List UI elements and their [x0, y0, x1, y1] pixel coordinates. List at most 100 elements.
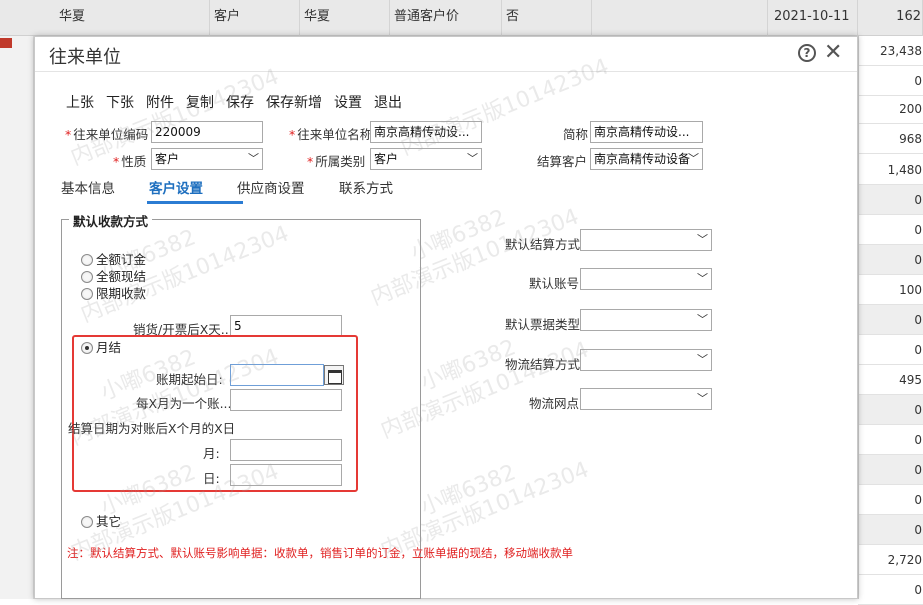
settle-date-caption: 结算日期为对账后X个月的X日 — [68, 421, 236, 436]
radio-other[interactable]: 其它 — [81, 511, 121, 530]
bg-cell: 否 — [502, 0, 592, 36]
logistics-point-label: 物流网点 — [529, 396, 580, 411]
dialog-title: 往来单位 — [49, 47, 121, 68]
save-and-new-button[interactable]: 保存新增 — [266, 92, 322, 112]
tab-basic-info[interactable]: 基本信息 — [61, 177, 115, 197]
code-label: * 往来单位编码 — [65, 127, 149, 142]
settle-customer-value: 南京高精传动设备 — [594, 152, 691, 166]
watermark-text: 小嘟6382 — [417, 335, 520, 396]
category-select[interactable]: 客户 ﹀ — [370, 148, 482, 170]
bg-value: 1,480 — [858, 155, 923, 185]
tab-supplier-settings[interactable]: 供应商设置 — [237, 177, 305, 197]
category-select-value: 客户 — [374, 152, 399, 166]
bg-value: 200 — [858, 94, 923, 124]
default-settle-method-select[interactable]: ﹀ — [580, 229, 712, 251]
months-per-period-field[interactable] — [230, 389, 342, 411]
chevron-down-icon: ﹀ — [688, 152, 699, 165]
chevron-down-icon: ﹀ — [248, 152, 259, 165]
calendar-icon[interactable] — [324, 365, 344, 385]
nature-label: * 性质 — [113, 154, 147, 169]
category-label-text: 所属类别 — [315, 154, 366, 169]
bg-cell: 162 — [858, 0, 923, 36]
term-days-field[interactable]: 5 — [230, 315, 342, 337]
background-header-row: 华夏 客户 华夏 普通客户价 否 2021-10-11 162 — [0, 0, 923, 36]
bg-cell: 2021-10-11 — [768, 0, 858, 36]
bg-value: 0 — [858, 305, 923, 335]
month-field[interactable] — [230, 439, 342, 461]
chevron-down-icon: ﹀ — [697, 353, 708, 366]
radio-icon — [81, 516, 93, 528]
month-label: 月: — [203, 446, 220, 461]
chevron-down-icon: ﹀ — [467, 152, 478, 165]
background-right-column: 23,438 0 200 968 1,480 0 0 0 100 0 0 495… — [858, 36, 923, 605]
impact-note: 注：默认结算方式、默认账号影响单据：收款单，销售订单的订金，立账单据的现结，移动… — [67, 546, 573, 560]
attachment-button[interactable]: 附件 — [146, 92, 174, 112]
radio-term-payment[interactable]: 限期收款 — [81, 283, 146, 302]
tab-customer-settings[interactable]: 客户设置 — [149, 177, 203, 197]
default-invoice-type-select[interactable]: ﹀ — [580, 309, 712, 331]
watermark-text: 内部演示版10142304 — [397, 54, 613, 161]
day-field[interactable] — [230, 464, 342, 486]
nature-select-value: 客户 — [155, 152, 180, 166]
help-icon[interactable]: ? — [798, 44, 816, 62]
radio-icon — [81, 288, 93, 300]
chevron-down-icon: ﹀ — [697, 272, 708, 285]
radio-monthly-label: 月结 — [96, 340, 122, 355]
logistics-method-select[interactable]: ﹀ — [580, 349, 712, 371]
radio-icon — [81, 254, 93, 266]
bg-value: 0 — [858, 335, 923, 365]
prev-button[interactable]: 上张 — [66, 92, 94, 112]
bg-cell: 华夏 — [55, 0, 210, 36]
nature-select[interactable]: 客户 ﹀ — [151, 148, 263, 170]
name-label: * 往来单位名称 — [289, 127, 373, 142]
code-label-text: 往来单位编码 — [73, 127, 149, 142]
bg-value: 0 — [858, 245, 923, 275]
name-field[interactable]: 南京高精传动设... — [370, 121, 482, 143]
partner-dialog: 往来单位 ? ✕ 上张 下张 附件 复制 保存 保存新增 设置 退出 * 往来单位… — [34, 36, 858, 599]
bg-value: 0 — [858, 455, 923, 485]
save-button[interactable]: 保存 — [226, 92, 254, 112]
copy-button[interactable]: 复制 — [186, 92, 214, 112]
bg-value: 495 — [858, 365, 923, 395]
settle-customer-select[interactable]: 南京高精传动设备 ﹀ — [590, 148, 703, 170]
bg-value: 0 — [858, 185, 923, 215]
period-start-label: 账期起始日: — [156, 372, 223, 387]
next-button[interactable]: 下张 — [106, 92, 134, 112]
bg-value: 100 — [858, 275, 923, 305]
bg-value: 0 — [858, 395, 923, 425]
logistics-point-select[interactable]: ﹀ — [580, 388, 712, 410]
radio-full-deposit-label: 全额订金 — [96, 252, 147, 267]
bg-value: 23,438 — [858, 36, 923, 66]
bg-value: 0 — [858, 515, 923, 545]
bg-cell: 客户 — [210, 0, 300, 36]
radio-term-payment-label: 限期收款 — [96, 286, 147, 301]
bg-value: 0 — [858, 575, 923, 605]
bg-value: 0 — [858, 66, 923, 96]
settle-customer-label: 结算客户 — [537, 154, 588, 169]
exit-button[interactable]: 退出 — [374, 92, 402, 112]
settings-button[interactable]: 设置 — [334, 92, 362, 112]
chevron-down-icon: ﹀ — [697, 392, 708, 405]
short-name-field[interactable]: 南京高精传动设... — [590, 121, 703, 143]
toolbar: 上张 下张 附件 复制 保存 保存新增 设置 退出 — [66, 92, 414, 112]
payment-method-legend: 默认收款方式 — [69, 211, 153, 230]
radio-monthly[interactable]: 月结 — [81, 337, 121, 356]
default-account-select[interactable]: ﹀ — [580, 268, 712, 290]
period-start-field[interactable] — [230, 364, 324, 386]
default-settle-method-label: 默认结算方式 — [505, 237, 581, 252]
bg-value: 968 — [858, 124, 923, 154]
bg-value: 0 — [858, 485, 923, 515]
radio-full-cash-label: 全额现结 — [96, 269, 147, 284]
code-field[interactable]: 220009 — [151, 121, 263, 143]
default-invoice-type-label: 默认票据类型 — [505, 317, 581, 332]
months-per-period-label: 每X月为一个账... — [136, 396, 232, 411]
bg-value: 0 — [858, 215, 923, 245]
bg-cell: 华夏 — [300, 0, 390, 36]
day-label: 日: — [203, 471, 220, 486]
name-label-text: 往来单位名称 — [297, 127, 373, 142]
close-icon[interactable]: ✕ — [824, 40, 842, 66]
short-name-label: 简称 — [563, 127, 589, 142]
tab-contact[interactable]: 联系方式 — [339, 177, 393, 197]
bg-cell — [592, 0, 768, 36]
chevron-down-icon: ﹀ — [697, 233, 708, 246]
